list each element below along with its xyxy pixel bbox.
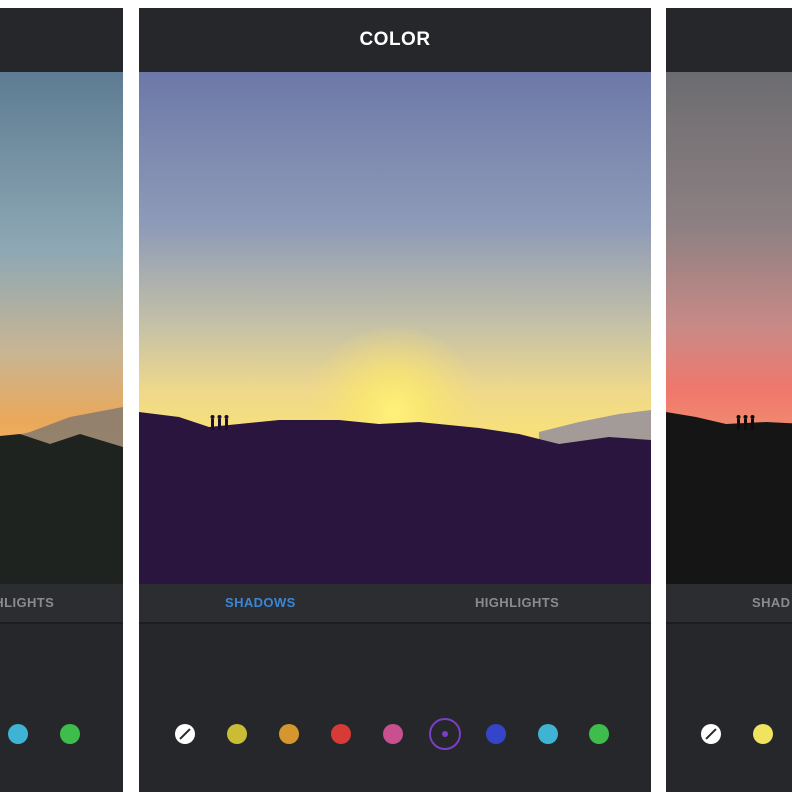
right-panel-header (666, 8, 792, 72)
tab-highlights[interactable]: HIGHLIGHTS (475, 584, 559, 622)
left-panel-header (0, 8, 123, 72)
tab-shadows[interactable]: SHADOWS (225, 584, 296, 622)
shadows-highlights-tabs: SHADOWS HIGHLIGHTS (139, 584, 651, 624)
swatch-red[interactable] (331, 724, 351, 744)
left-swatch-row (0, 624, 123, 792)
color-panel: COLOR SHADOWS HIGHLIGHTS (139, 8, 651, 792)
right-tab-shadows[interactable]: SHAD (752, 584, 790, 622)
right-swatch-row (666, 624, 792, 792)
left-swatch-cyan[interactable] (8, 724, 28, 744)
right-swatch-yellow[interactable] (753, 724, 773, 744)
right-swatch-none[interactable] (701, 724, 721, 744)
swatch-blue[interactable] (486, 724, 506, 744)
right-preview-panel: SHAD (666, 8, 792, 792)
left-photo (0, 72, 123, 584)
swatch-purple[interactable] (429, 718, 461, 750)
right-photo (666, 72, 792, 584)
swatch-orange[interactable] (279, 724, 299, 744)
swatch-yellow[interactable] (227, 724, 247, 744)
right-tab-bar: SHAD (666, 584, 792, 624)
left-swatch-green[interactable] (60, 724, 80, 744)
swatch-none[interactable] (175, 724, 195, 744)
left-preview-panel: HIGHLIGHTS (0, 8, 123, 792)
color-swatch-row (139, 624, 651, 792)
swatch-pink[interactable] (383, 724, 403, 744)
page-title: COLOR (139, 8, 651, 72)
left-tab-bar: HIGHLIGHTS (0, 584, 123, 624)
swatch-green[interactable] (589, 724, 609, 744)
left-tab-highlights[interactable]: HIGHLIGHTS (0, 584, 54, 622)
swatch-cyan[interactable] (538, 724, 558, 744)
sunset-photo (139, 72, 651, 584)
